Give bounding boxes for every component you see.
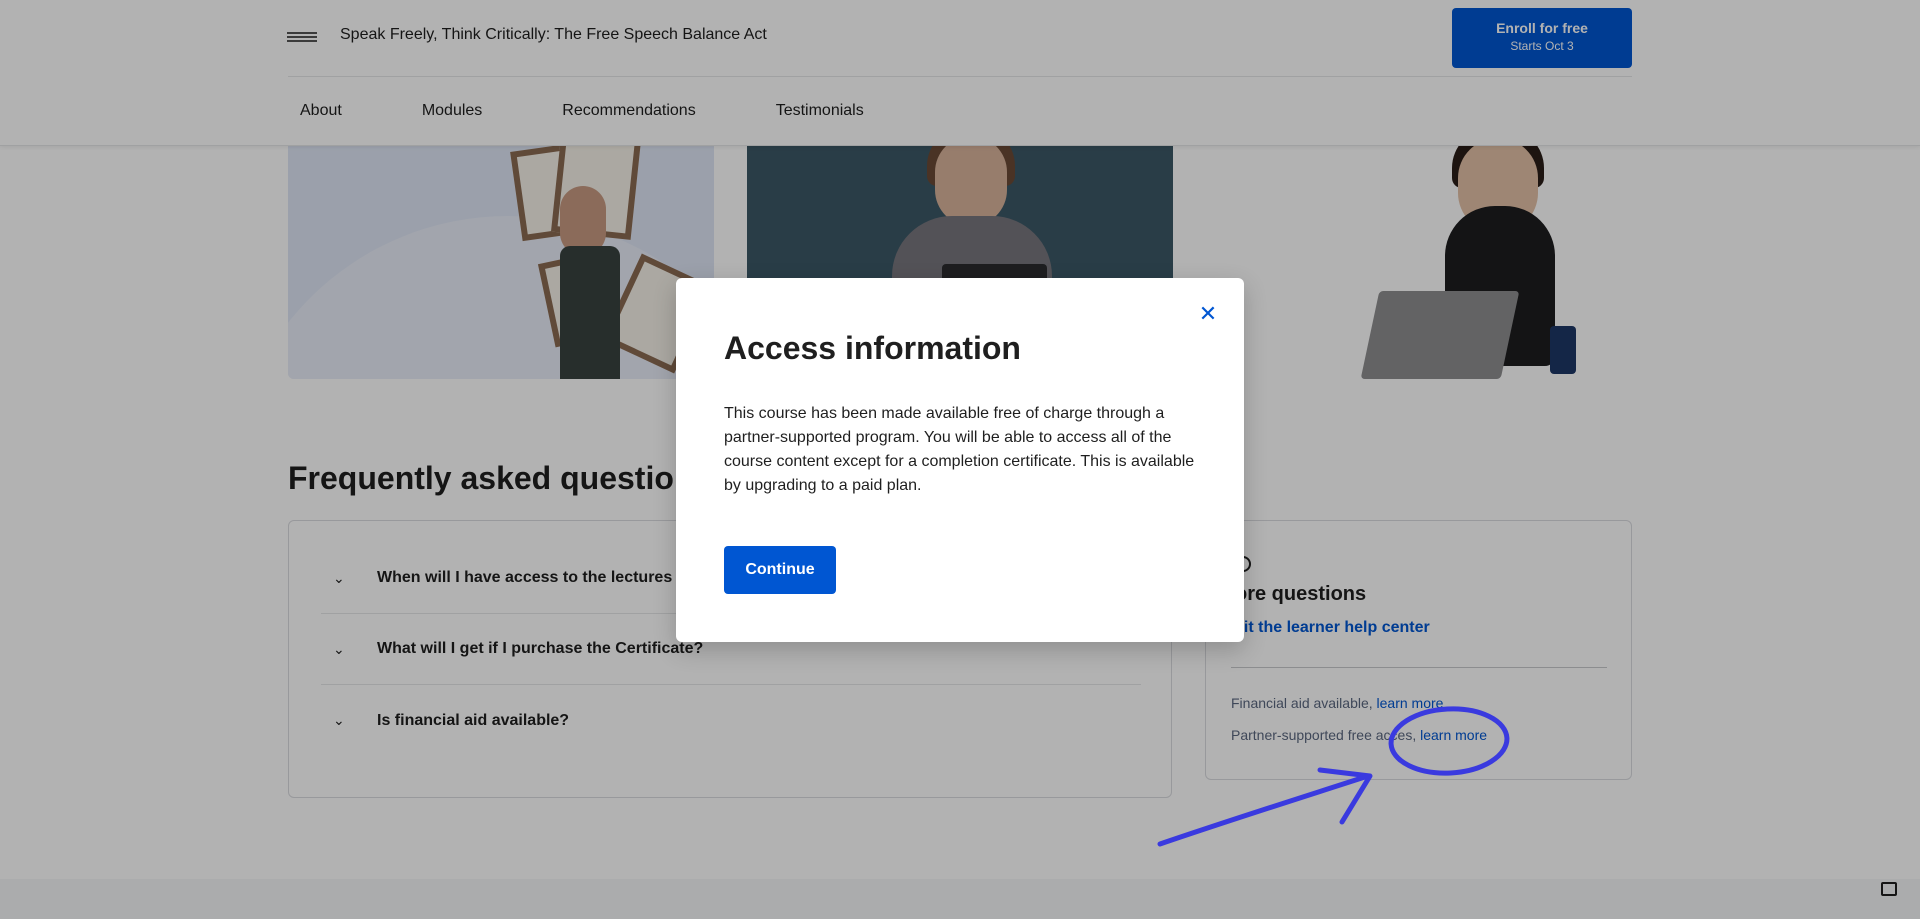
close-icon[interactable]: ✕ [1196, 302, 1220, 326]
access-information-dialog: ✕ Access information This course has bee… [676, 278, 1244, 642]
dialog-title: Access information [724, 330, 1021, 366]
continue-button[interactable]: Continue [724, 546, 836, 594]
dialog-body: This course has been made available free… [724, 405, 1195, 494]
